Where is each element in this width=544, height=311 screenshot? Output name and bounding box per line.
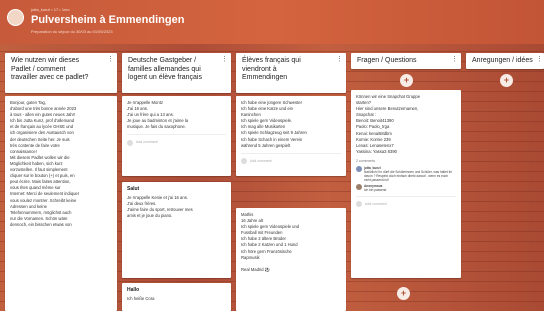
post-title: Hallo bbox=[127, 287, 140, 293]
column-title-line: Padlet / comment bbox=[11, 65, 66, 73]
comments-count: 2 comments bbox=[356, 158, 376, 163]
post-card-salut[interactable]: Salut Je m'appelle Kenie et j'ai 16 ans.… bbox=[122, 182, 231, 278]
comment-text: Ich bin passend bbox=[364, 188, 387, 193]
column-header-questions: Fragen / Questions ⋮ bbox=[351, 53, 461, 69]
commenter-avatar bbox=[356, 184, 362, 191]
column-title-line: Deutsche Gastgeber / bbox=[128, 57, 197, 64]
post-text-line: amis et je joue du piano. bbox=[127, 213, 173, 219]
column-title-line: logent un élève français bbox=[128, 74, 202, 81]
page-title: Pulversheim à Emmendingen bbox=[31, 14, 185, 26]
column-title-line: Emmendingen bbox=[242, 74, 288, 81]
post-card-snapchat-question[interactable]: Können wir eine Snapchat Gruppe starten?… bbox=[351, 90, 461, 278]
post-text-line: Real Madrid ⚽ bbox=[241, 266, 270, 272]
column-header-ideas: Anregungen / idées ⋮ bbox=[466, 53, 544, 69]
add-post-button[interactable]: + bbox=[397, 287, 410, 300]
post-card-hallo[interactable]: Hallo Ich heiße Cora bbox=[122, 283, 231, 311]
add-comment-placeholder: Add comment bbox=[250, 158, 272, 163]
column-title-line: Anregungen / idées bbox=[472, 57, 533, 64]
more-options-icon[interactable]: ⋮ bbox=[221, 56, 228, 65]
column-title-line: viendront à bbox=[242, 65, 277, 73]
more-options-icon[interactable]: ⋮ bbox=[336, 56, 343, 65]
post-card-mathis[interactable]: Mathis 16 Jahre alt Ich spiele gern Vide… bbox=[236, 208, 346, 311]
post-text-line: während 5 Jahren gespielt bbox=[241, 142, 291, 148]
padlet-header: jutta_kunzl • 17 • 1mo Pulversheim à Emm… bbox=[0, 0, 544, 44]
more-options-icon[interactable]: ⋮ bbox=[536, 56, 543, 65]
post-text-line: musique. Je fais du saxophone. bbox=[127, 124, 186, 130]
comment-text: Natürlich! Ihr dürft die Schülerinnen un… bbox=[364, 170, 453, 183]
commenter-avatar bbox=[241, 157, 247, 164]
column-title-line: Fragen / Questions bbox=[357, 57, 417, 64]
post-text-line: Ich heiße Cora bbox=[127, 296, 155, 302]
padlet-meta: jutta_kunzl • 17 • 1mo bbox=[31, 7, 70, 12]
column-title-line: familles allemandes qui bbox=[128, 65, 201, 73]
column-title-line: Wie nutzen wir dieses bbox=[11, 57, 80, 64]
add-comment-field[interactable]: Add comment bbox=[241, 152, 341, 164]
column-header-hosts: Deutsche Gastgeber / familles allemandes… bbox=[122, 53, 231, 93]
more-options-icon[interactable]: ⋮ bbox=[451, 56, 458, 65]
column-title-line: travailler avec ce padlet? bbox=[11, 74, 89, 81]
post-title: Salut bbox=[127, 186, 140, 192]
add-comment-placeholder: Add comment bbox=[365, 202, 387, 207]
commenter-avatar bbox=[127, 139, 133, 146]
post-text-line: Yassina: Yassa3 8390 bbox=[356, 148, 397, 154]
column-header-french-students: Élèves français qui viendront à Emmendin… bbox=[236, 53, 346, 93]
post-card-intro[interactable]: Bonjour, guten Tag, d'abord une très bon… bbox=[5, 96, 117, 311]
more-options-icon[interactable]: ⋮ bbox=[107, 56, 114, 65]
column-title-line: Élèves français qui bbox=[242, 57, 301, 64]
add-comment-field[interactable]: Add comment bbox=[127, 134, 226, 146]
column-header-usage: Wie nutzen wir dieses Padlet / comment t… bbox=[5, 53, 117, 93]
post-text-line: dennoch, ein bisschen etwas von bbox=[10, 221, 72, 227]
comment: jutta_kunzl Natürlich! Ihr dürft die Sch… bbox=[356, 166, 456, 182]
add-post-button[interactable]: + bbox=[400, 74, 413, 87]
add-comment-placeholder: Add comment bbox=[136, 140, 158, 145]
post-card-french-student-1[interactable]: Ich habe eine jüngere Schwester Ich habe… bbox=[236, 96, 346, 176]
owner-avatar[interactable] bbox=[7, 9, 24, 26]
post-card-montz[interactable]: Je m'appelle Montz J'ai 16 ans. J'ai un … bbox=[122, 96, 231, 176]
page-subtitle: Préparation du séjour du 30/03 au 01/05/… bbox=[31, 29, 113, 34]
add-comment-field[interactable]: Add comment bbox=[356, 196, 456, 208]
comment: Anonymous Ich bin passend bbox=[356, 184, 456, 192]
commenter-avatar bbox=[356, 166, 362, 173]
add-post-button[interactable]: + bbox=[500, 74, 513, 87]
commenter-avatar bbox=[356, 201, 362, 208]
